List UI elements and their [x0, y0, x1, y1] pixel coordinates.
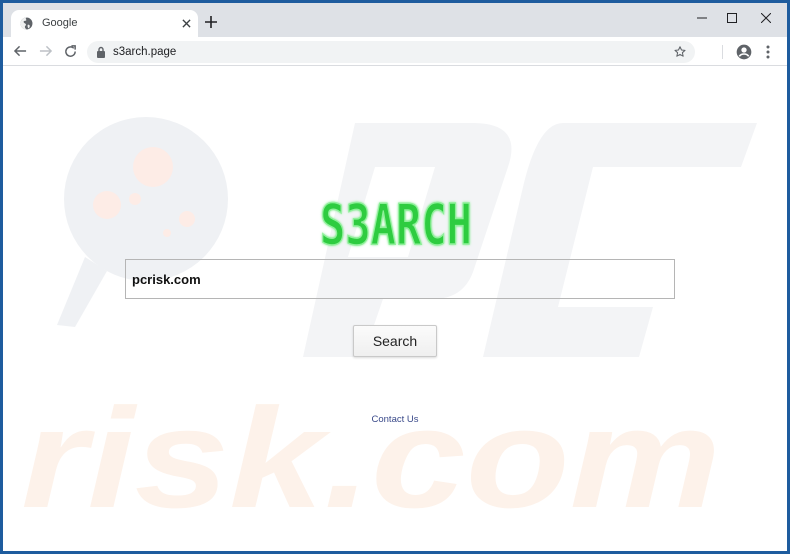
watermark: risk.com — [21, 117, 757, 538]
toolbar-separator — [722, 45, 723, 59]
plus-icon — [205, 16, 217, 28]
globe-icon — [20, 17, 33, 30]
star-icon[interactable] — [673, 45, 687, 59]
browser-window: Google s3arch.page risk.com S3ARCH pcris… — [3, 3, 787, 551]
logo-text: S3ARCH — [320, 195, 472, 251]
search-button[interactable]: Search — [353, 325, 437, 357]
arrow-right-icon — [39, 45, 52, 57]
contact-us-link[interactable]: Contact Us — [372, 414, 419, 425]
search-input[interactable] — [125, 259, 675, 299]
tab-strip: Google — [3, 3, 787, 37]
account-circle-icon[interactable] — [736, 44, 752, 60]
minimize-button[interactable] — [687, 7, 717, 29]
reload-icon — [64, 44, 76, 57]
tab-title: Google — [42, 17, 78, 29]
forward-button[interactable] — [36, 42, 54, 60]
close-icon — [761, 13, 771, 23]
maximize-button[interactable] — [717, 7, 747, 29]
page-content: risk.com S3ARCH Search Contact Us — [3, 67, 787, 551]
more-vertical-icon[interactable] — [764, 44, 772, 60]
new-tab-button[interactable] — [202, 13, 220, 31]
s3arch-logo: S3ARCH — [319, 195, 473, 251]
reload-button[interactable] — [61, 42, 79, 60]
tab-close-icon[interactable] — [179, 16, 193, 30]
minimize-icon — [697, 17, 707, 19]
arrow-left-icon — [13, 45, 26, 57]
watermark-text: risk.com — [21, 379, 721, 538]
contact-us-container: Contact Us — [3, 414, 787, 425]
address-bar[interactable]: s3arch.page — [87, 41, 695, 63]
browser-toolbar: s3arch.page — [3, 37, 787, 66]
lock-icon — [97, 46, 105, 58]
back-button[interactable] — [11, 42, 29, 60]
tab-google[interactable]: Google — [11, 10, 198, 37]
url-text[interactable]: s3arch.page — [113, 45, 176, 59]
window-close-button[interactable] — [751, 7, 781, 29]
maximize-icon — [727, 13, 737, 23]
